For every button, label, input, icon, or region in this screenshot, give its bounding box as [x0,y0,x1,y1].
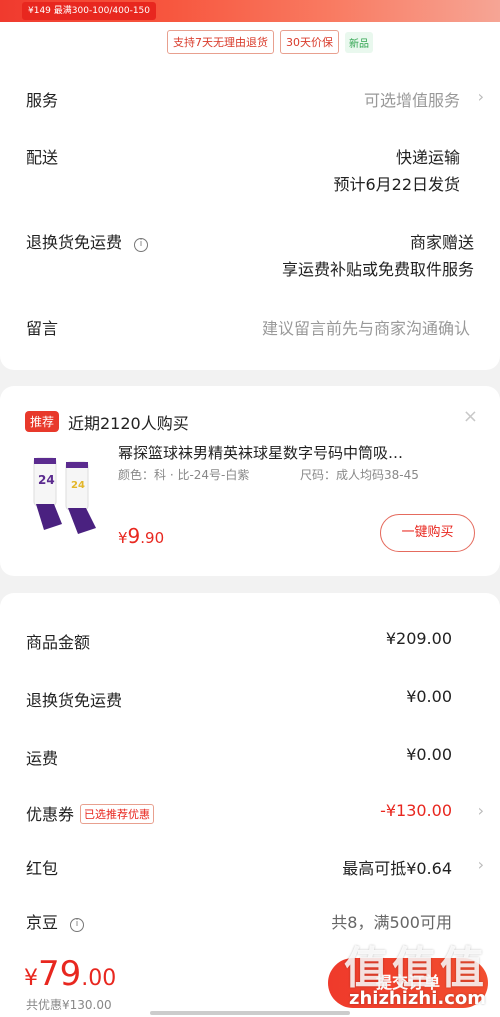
return-shipping-row[interactable]: 退换货免运费 i 商家赠送 享运费补贴或免费取件服务 [26,229,474,279]
product-title[interactable]: 幂探篮球袜男精英袜球星数字号码中筒吸… [118,442,468,463]
top-promo-strip: ¥149 最满300-100/400-150 [0,0,500,22]
one-click-buy-button[interactable]: 一键购买 [380,514,475,552]
service-label: 服务 [26,91,59,110]
promo-text: ¥149 最满300-100/400-150 [22,2,157,20]
red-packet-row[interactable]: 红包 最高可抵¥0.64 › [26,855,484,879]
red-packet-label: 红包 [26,859,59,878]
return-shipping-desc: 享运费补贴或免费取件服务 [281,260,474,279]
message-label: 留言 [26,319,59,338]
jingdou-value: 共8，满500可用 [331,913,452,932]
home-indicator[interactable] [150,1011,350,1015]
order-options-card: 支持7天无理由退货 30天价保 新品 服务 可选增值服务 › 配送 快递运输 预… [0,22,500,370]
info-icon[interactable]: i [134,238,149,252]
message-row[interactable]: 留言 建议留言前先与商家沟通确认 [26,315,474,339]
service-row[interactable]: 服务 可选增值服务 › [26,87,484,111]
product-color: 颜色：科 · 比-24号-白紫 [118,468,250,482]
svg-text:24: 24 [71,480,85,491]
coupon-value: -¥130.00 [380,801,452,820]
delivery-method: 快递运输 [395,148,460,167]
goods-amount-value: ¥209.00 [385,629,452,648]
product-image[interactable]: 24 24 [24,454,104,536]
total-saved: 共优惠¥130.00 [26,998,112,1012]
message-input[interactable]: 建议留言前先与商家沟通确认 [262,315,470,339]
watermark-logo: 值值值 [344,943,488,994]
shipping-fee-value: ¥0.00 [406,745,452,764]
service-tags: 支持7天无理由退货 30天价保 新品 [167,30,373,54]
close-icon[interactable]: × [463,406,478,427]
coupon-row[interactable]: 优惠券 已选推荐优惠 -¥130.00 › [26,801,484,825]
svg-text:24: 24 [38,473,55,487]
shipping-fee-row: 运费 ¥0.00 [26,745,474,769]
tag-new: 新品 [345,31,373,53]
coupon-label: 优惠券 [26,805,75,824]
return-free-label: 退换货免运费 [26,691,123,710]
coupon-selected-tag: 已选推荐优惠 [80,804,155,824]
service-value: 可选增值服务 [363,91,460,110]
watermark-url: zhizhizhi.com [348,988,486,1009]
recommend-card: 推荐 近期2120人购买 × 24 24 幂探篮球袜男精英袜球星数字号码中筒吸…… [0,386,500,576]
info-icon[interactable]: i [70,918,85,932]
tag-price-protect: 30天价保 [280,30,339,54]
chevron-right-icon: › [477,87,484,106]
goods-amount-row: 商品金额 ¥209.00 [26,629,474,653]
delivery-estimate: 预计6月22日发货 [333,175,460,194]
recommend-badge: 推荐 [25,411,60,432]
return-shipping-label: 退换货免运费 [26,233,123,252]
chevron-right-icon: › [477,855,484,874]
jingdou-row: 京豆 i 共8，满500可用 [26,909,474,933]
red-packet-value: 最高可抵¥0.64 [342,859,452,878]
product-price: ¥9.90 [118,524,165,548]
delivery-label: 配送 [26,148,59,167]
tag-7day-return: 支持7天无理由退货 [167,30,274,54]
jingdou-label: 京豆 [26,913,59,932]
goods-amount-label: 商品金额 [26,633,91,652]
return-free-value: ¥0.00 [406,687,452,706]
shipping-fee-label: 运费 [26,749,59,768]
delivery-row[interactable]: 配送 快递运输 预计6月22日发货 [26,144,474,194]
return-shipping-value: 商家赠送 [409,233,474,252]
product-size: 尺码：成人均码38-45 [300,468,419,482]
total-price: ¥79.00 [24,954,117,994]
recommend-title: 近期2120人购买 [68,414,189,433]
chevron-right-icon: › [477,801,484,820]
return-free-row: 退换货免运费 ¥0.00 [26,687,474,711]
